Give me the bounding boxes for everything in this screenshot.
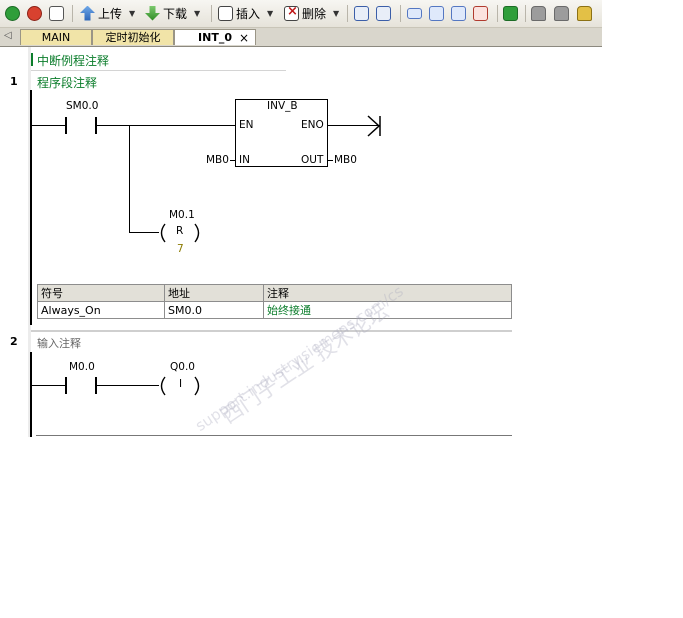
delete-x-icon: × — [284, 4, 299, 21]
unlock-button[interactable] — [554, 4, 569, 22]
pou-comment-marker — [31, 53, 33, 66]
line-right-icon — [451, 5, 466, 21]
tab-close-icon[interactable]: × — [239, 30, 249, 46]
lock-button[interactable] — [531, 4, 546, 22]
tab-timer-init[interactable]: 定时初始化 — [92, 29, 174, 45]
tab-int0[interactable]: INT_0 × — [174, 29, 256, 45]
divider — [31, 70, 286, 71]
clear-button[interactable] — [473, 4, 488, 22]
compile-button[interactable] — [49, 4, 64, 22]
network-number[interactable]: 2 — [10, 335, 18, 348]
network-number[interactable]: 1 — [10, 75, 18, 88]
power-rail — [30, 352, 32, 437]
upload-label: 上传 — [98, 6, 123, 21]
compile-icon — [49, 5, 64, 21]
network-end-arrow-icon — [367, 115, 381, 137]
divider — [36, 435, 512, 436]
download-label: 下载 — [163, 6, 188, 21]
contact-address[interactable]: M0.0 — [69, 361, 95, 373]
wire — [32, 385, 65, 386]
network-comment[interactable]: 程序段注释 — [37, 74, 97, 91]
tab-label: MAIN — [41, 31, 71, 44]
green-arrow-icon — [503, 5, 518, 21]
box-in-pin: IN — [239, 154, 250, 166]
box-out-pin: OUT — [301, 154, 324, 166]
clear-icon — [473, 5, 488, 21]
upload-arrow-icon — [80, 5, 95, 21]
delete-button[interactable]: × 删除 ▼ — [284, 4, 339, 22]
upload-button[interactable]: 上传 ▼ — [80, 4, 135, 22]
network-divider — [31, 330, 512, 332]
download-arrow-icon — [145, 5, 160, 21]
coil-address[interactable]: M0.1 — [169, 209, 195, 221]
run-button[interactable] — [5, 4, 20, 22]
lock-icon — [531, 5, 546, 21]
chevron-down-icon[interactable]: ▼ — [194, 9, 200, 18]
coil-type: I — [179, 378, 183, 390]
symbol-table: 符号 地址 注释 Always_On SM0.0 始终接通 — [37, 284, 512, 319]
chevron-down-icon[interactable]: ▼ — [267, 9, 273, 18]
address-cell[interactable]: SM0.0 — [164, 301, 264, 319]
network-icon — [407, 7, 422, 19]
chart-status-button[interactable] — [376, 4, 391, 22]
column-header-address: 地址 — [164, 284, 264, 302]
table-header-row: 符号 地址 注释 — [37, 284, 512, 302]
unlock-icon — [554, 5, 569, 21]
tab-label: INT_0 — [198, 31, 232, 44]
line-left-icon — [429, 5, 444, 21]
run-icon — [5, 5, 20, 21]
contact-left-bar[interactable] — [65, 117, 67, 134]
program-status-button[interactable] — [354, 4, 369, 22]
insert-button[interactable]: 插入 ▼ — [218, 4, 273, 22]
insert-label: 插入 — [236, 6, 261, 21]
exit-button[interactable] — [503, 4, 518, 22]
chart-status-icon — [376, 5, 391, 21]
editor-tab-bar: ◁ MAIN 定时初始化 INT_0 × — [0, 28, 602, 47]
wire — [97, 385, 159, 386]
box-name: INV_B — [267, 100, 298, 112]
coil-count[interactable]: 7 — [177, 243, 184, 255]
stop-button[interactable] — [27, 4, 42, 22]
inv-b-box[interactable]: INV_B EN ENO IN OUT — [235, 99, 328, 167]
program-status-icon — [354, 5, 369, 21]
chevron-down-icon[interactable]: ▼ — [333, 9, 339, 18]
download-button[interactable]: 下载 ▼ — [145, 4, 200, 22]
insert-icon — [218, 5, 233, 21]
network-comment[interactable]: 输入注释 — [37, 335, 81, 351]
wire — [97, 125, 236, 126]
toolbar: 上传 ▼ 下载 ▼ 插入 ▼ × 删除 ▼ — [0, 0, 602, 28]
step7-microwin-window: 上传 ▼ 下载 ▼ 插入 ▼ × 删除 ▼ ◁ MAIN 定时初始化 INT_0… — [0, 0, 602, 437]
stop-icon — [27, 5, 42, 21]
wire — [129, 232, 159, 233]
tab-main[interactable]: MAIN — [20, 29, 92, 45]
line-right-button[interactable] — [451, 4, 466, 22]
box-eno-pin: ENO — [301, 119, 324, 131]
contact-left-bar[interactable] — [65, 377, 67, 394]
box-out-operand[interactable]: MB0 — [334, 154, 357, 166]
box-en-pin: EN — [239, 119, 254, 131]
pou-comment[interactable]: 中断例程注释 — [37, 52, 109, 69]
tab-scroll-left-icon[interactable]: ◁ — [4, 30, 12, 41]
coil-address[interactable]: Q0.0 — [170, 361, 195, 373]
network-gutter — [0, 47, 30, 437]
coil-type: R — [176, 225, 184, 237]
network-button[interactable] — [407, 4, 422, 22]
table-row[interactable]: Always_On SM0.0 始终接通 — [37, 301, 512, 319]
lock-add-icon — [577, 5, 592, 21]
wire — [32, 125, 65, 126]
symbol-cell[interactable]: Always_On — [37, 301, 165, 319]
line-left-button[interactable] — [429, 4, 444, 22]
chevron-down-icon[interactable]: ▼ — [129, 9, 135, 18]
column-header-symbol: 符号 — [37, 284, 165, 302]
tab-label: 定时初始化 — [105, 31, 161, 44]
contact-address[interactable]: SM0.0 — [66, 100, 98, 112]
lock-add-button[interactable] — [577, 4, 592, 22]
wire — [230, 160, 235, 161]
wire — [328, 160, 333, 161]
delete-label: 删除 — [302, 6, 327, 21]
branch-wire — [129, 125, 130, 233]
box-in-operand[interactable]: MB0 — [206, 154, 229, 166]
